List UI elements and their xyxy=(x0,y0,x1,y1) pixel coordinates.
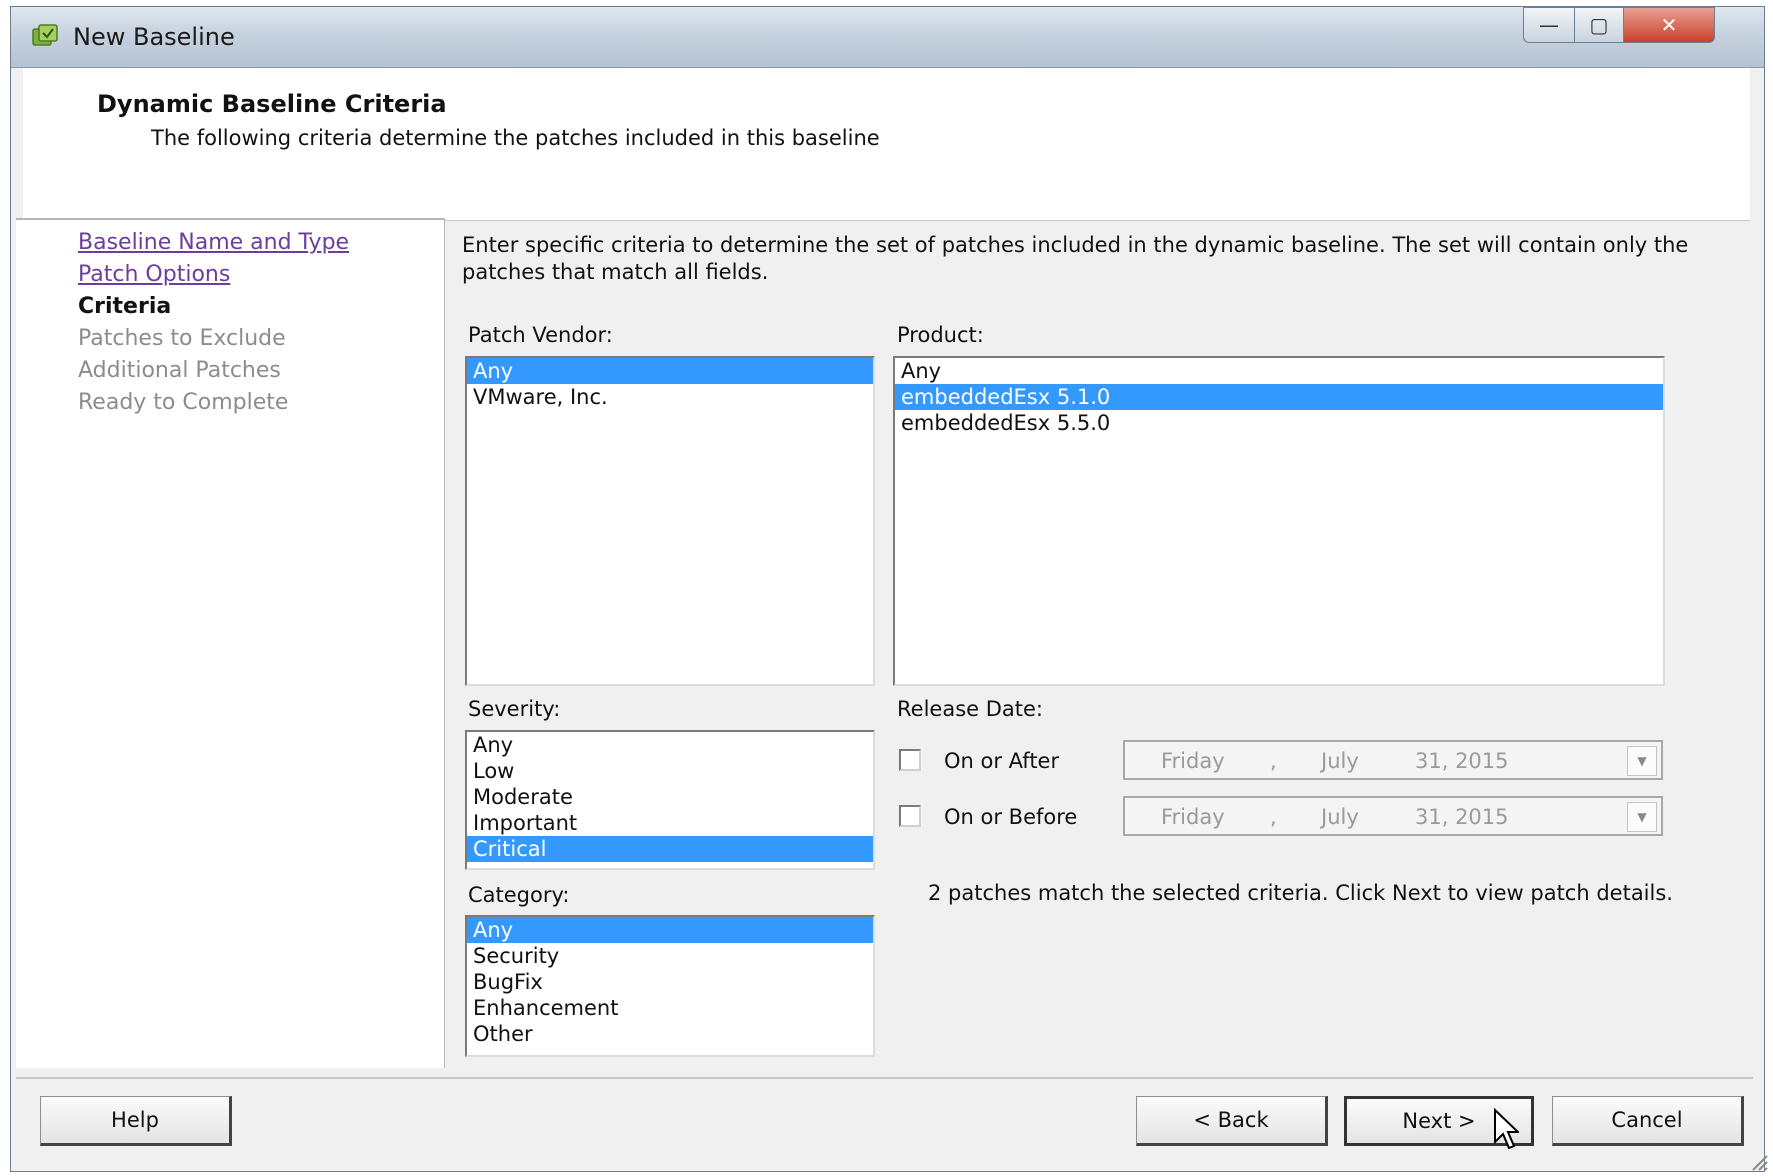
instructions-text: Enter specific criteria to determine the… xyxy=(462,233,1689,284)
category-listbox[interactable]: Any Security BugFix Enhancement Other xyxy=(465,915,875,1057)
date-weekday: Friday xyxy=(1161,749,1225,773)
date-month: July xyxy=(1321,805,1359,829)
severity-option[interactable]: Any xyxy=(467,732,873,758)
date-separator: , xyxy=(1270,805,1277,829)
on-or-after-date-picker[interactable]: Friday , July 31, 2015 ▼ xyxy=(1123,740,1663,780)
on-or-after-checkbox[interactable] xyxy=(899,749,921,771)
chevron-down-icon[interactable]: ▼ xyxy=(1627,746,1657,776)
maximize-button[interactable]: ▢ xyxy=(1574,7,1624,43)
vsphere-app-icon xyxy=(32,24,58,46)
on-or-before-label: On or Before xyxy=(944,805,1078,829)
page-title: Dynamic Baseline Criteria xyxy=(97,90,447,118)
product-option[interactable]: embeddedEsx 5.5.0 xyxy=(895,410,1663,436)
category-option[interactable]: BugFix xyxy=(467,969,873,995)
mouse-pointer-icon xyxy=(1494,1108,1519,1150)
on-or-before-checkbox[interactable] xyxy=(899,805,921,827)
category-option[interactable]: Security xyxy=(467,943,873,969)
nav-step-additional-patches: Additional Patches xyxy=(78,358,281,383)
maximize-icon: ▢ xyxy=(1589,13,1609,37)
close-icon: ✕ xyxy=(1660,13,1678,37)
category-option[interactable]: Other xyxy=(467,1021,873,1047)
patch-vendor-listbox[interactable]: Any VMware, Inc. xyxy=(465,356,875,686)
category-option[interactable]: Enhancement xyxy=(467,995,873,1021)
severity-label: Severity: xyxy=(468,697,561,721)
date-separator: , xyxy=(1270,749,1277,773)
window-title: New Baseline xyxy=(73,23,235,51)
severity-option[interactable]: Low xyxy=(467,758,873,784)
product-option[interactable]: embeddedEsx 5.1.0 xyxy=(895,384,1663,410)
product-label: Product: xyxy=(897,323,984,347)
patch-vendor-label: Patch Vendor: xyxy=(468,323,613,347)
date-day-year: 31, 2015 xyxy=(1415,749,1509,773)
product-option[interactable]: Any xyxy=(895,358,1663,384)
chevron-down-icon[interactable]: ▼ xyxy=(1627,802,1657,832)
vendor-option[interactable]: Any xyxy=(467,358,873,384)
severity-option[interactable]: Important xyxy=(467,810,873,836)
footer-divider xyxy=(16,1077,1753,1079)
severity-listbox[interactable]: Any Low Moderate Important Critical xyxy=(465,730,875,870)
release-date-label: Release Date: xyxy=(897,697,1043,721)
product-listbox[interactable]: Any embeddedEsx 5.1.0 embeddedEsx 5.5.0 xyxy=(893,356,1665,686)
nav-step-criteria: Criteria xyxy=(78,294,172,319)
resize-grip-icon[interactable] xyxy=(1747,1150,1769,1172)
on-or-before-date-picker[interactable]: Friday , July 31, 2015 ▼ xyxy=(1123,796,1663,836)
date-month: July xyxy=(1321,749,1359,773)
match-status-text: 2 patches match the selected criteria. C… xyxy=(928,881,1673,905)
page-subtitle: The following criteria determine the pat… xyxy=(151,126,880,150)
nav-step-ready-to-complete: Ready to Complete xyxy=(78,390,289,415)
close-button[interactable]: ✕ xyxy=(1623,7,1715,43)
wizard-header: Dynamic Baseline Criteria The following … xyxy=(23,68,1750,221)
minimize-icon: — xyxy=(1539,13,1559,37)
minimize-button[interactable]: — xyxy=(1523,7,1575,43)
category-label: Category: xyxy=(468,883,570,907)
help-button[interactable]: Help xyxy=(40,1096,232,1146)
nav-step-patch-options[interactable]: Patch Options xyxy=(78,262,230,287)
on-or-after-label: On or After xyxy=(944,749,1060,773)
title-bar[interactable]: New Baseline — ▢ ✕ xyxy=(11,7,1764,68)
vendor-option[interactable]: VMware, Inc. xyxy=(467,384,873,410)
cancel-button[interactable]: Cancel xyxy=(1552,1096,1744,1146)
date-day-year: 31, 2015 xyxy=(1415,805,1509,829)
category-option[interactable]: Any xyxy=(467,917,873,943)
date-weekday: Friday xyxy=(1161,805,1225,829)
back-button[interactable]: < Back xyxy=(1136,1096,1328,1146)
nav-step-patches-to-exclude: Patches to Exclude xyxy=(78,326,286,351)
nav-step-baseline-name-and-type[interactable]: Baseline Name and Type xyxy=(78,230,349,255)
wizard-steps-nav: Baseline Name and Type Patch Options Cri… xyxy=(16,218,445,1068)
severity-option[interactable]: Moderate xyxy=(467,784,873,810)
severity-option[interactable]: Critical xyxy=(467,836,873,862)
